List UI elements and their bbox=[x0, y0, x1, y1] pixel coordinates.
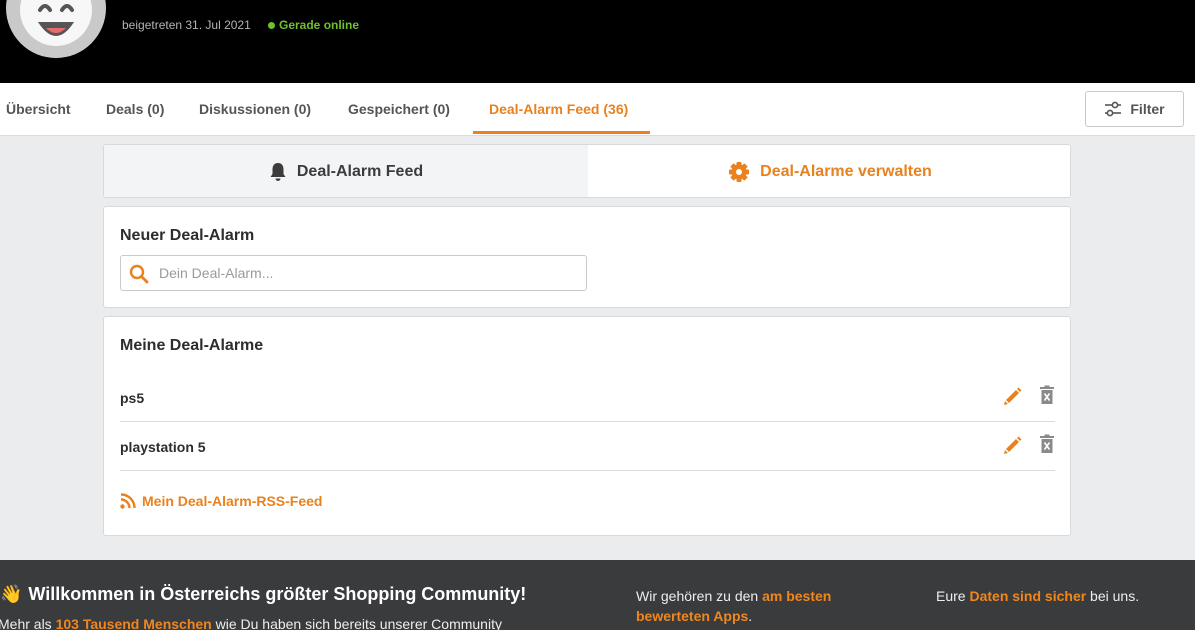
footer-data-post: bei uns. bbox=[1086, 588, 1140, 604]
footer-title: Willkommen in Österreichs größter Shoppi… bbox=[28, 584, 527, 604]
gear-icon bbox=[729, 162, 750, 182]
footer-welcome: 👋 Willkommen in Österreichs größter Shop… bbox=[0, 584, 526, 605]
joined-date: beigetreten 31. Jul 2021 bbox=[122, 18, 251, 32]
footer-apps-post: . bbox=[748, 608, 753, 624]
my-deal-alarms-card: Meine Deal-Alarme ps5 playstation 5 Mein… bbox=[103, 316, 1071, 536]
footer-data-highlight[interactable]: Daten sind sicher bbox=[969, 588, 1086, 604]
online-dot-icon bbox=[268, 21, 275, 29]
rss-feed-link[interactable]: Mein Deal-Alarm-RSS-Feed bbox=[120, 493, 322, 509]
deal-alarm-search bbox=[120, 255, 587, 291]
deal-alarm-switcher: Deal-Alarm Feed Deal-Alarme verwalten bbox=[103, 144, 1071, 198]
footer-sub-pre: Mehr als bbox=[0, 616, 56, 630]
tab-deal-alarm-feed[interactable]: Deal-Alarm Feed (36) bbox=[489, 83, 628, 135]
footer-data-safe-text: Eure Daten sind sicher bei uns. bbox=[936, 586, 1139, 606]
smiley-avatar-icon bbox=[20, 0, 92, 46]
alarm-row: ps5 bbox=[120, 373, 1055, 422]
footer-banner: 👋 Willkommen in Österreichs größter Shop… bbox=[0, 560, 1195, 630]
tab-saved[interactable]: Gespeichert (0) bbox=[348, 83, 450, 135]
footer-apps-text: Wir gehören zu den am besten bewerteten … bbox=[636, 586, 876, 626]
alarm-row: playstation 5 bbox=[120, 422, 1055, 471]
alarm-name: ps5 bbox=[120, 390, 145, 406]
rss-feed-label: Mein Deal-Alarm-RSS-Feed bbox=[142, 493, 323, 509]
avatar[interactable] bbox=[6, 0, 106, 58]
deal-alarm-feed-label: Deal-Alarm Feed bbox=[296, 163, 424, 180]
search-icon bbox=[129, 264, 149, 284]
tab-overview[interactable]: Übersicht bbox=[6, 83, 71, 135]
new-deal-alarm-card: Neuer Deal-Alarm bbox=[103, 206, 1071, 308]
footer-sub-highlight: 103 Tausend Menschen bbox=[55, 616, 212, 630]
tab-discussions[interactable]: Diskussionen (0) bbox=[199, 83, 311, 135]
tab-deals[interactable]: Deals (0) bbox=[106, 83, 164, 135]
footer-sub-post: wie Du haben sich bereits unserer Commun… bbox=[211, 616, 502, 630]
online-status-label: Gerade online bbox=[279, 18, 360, 32]
sliders-icon bbox=[1105, 101, 1122, 117]
filter-button[interactable]: Filter bbox=[1085, 91, 1184, 127]
active-tab-indicator bbox=[473, 131, 650, 134]
profile-tabs: Übersicht Deals (0) Diskussionen (0) Ges… bbox=[0, 83, 1195, 136]
manage-deal-alarms-tab[interactable]: Deal-Alarme verwalten bbox=[588, 145, 1070, 197]
bell-icon bbox=[270, 163, 286, 181]
trash-icon[interactable] bbox=[1039, 434, 1055, 454]
online-status: Gerade online bbox=[268, 18, 359, 32]
new-deal-alarm-title: Neuer Deal-Alarm bbox=[120, 227, 255, 244]
waving-hand-icon: 👋 bbox=[0, 584, 23, 604]
footer-data-pre: Eure bbox=[936, 588, 970, 604]
deal-alarm-feed-tab[interactable]: Deal-Alarm Feed bbox=[104, 145, 588, 197]
manage-deal-alarms-label: Deal-Alarme verwalten bbox=[760, 163, 932, 180]
alarm-name: playstation 5 bbox=[120, 439, 206, 455]
pencil-icon[interactable] bbox=[1003, 386, 1023, 406]
footer-community-text: Mehr als 103 Tausend Menschen wie Du hab… bbox=[0, 616, 502, 630]
pencil-icon[interactable] bbox=[1003, 435, 1023, 455]
deal-alarm-input[interactable] bbox=[159, 262, 579, 284]
profile-header: beigetreten 31. Jul 2021 Gerade online bbox=[0, 0, 1195, 83]
filter-label: Filter bbox=[1130, 101, 1165, 117]
my-deal-alarms-title: Meine Deal-Alarme bbox=[120, 337, 264, 354]
rss-icon bbox=[120, 493, 136, 509]
footer-apps-pre: Wir gehören zu den bbox=[636, 588, 763, 604]
trash-icon[interactable] bbox=[1039, 385, 1055, 405]
